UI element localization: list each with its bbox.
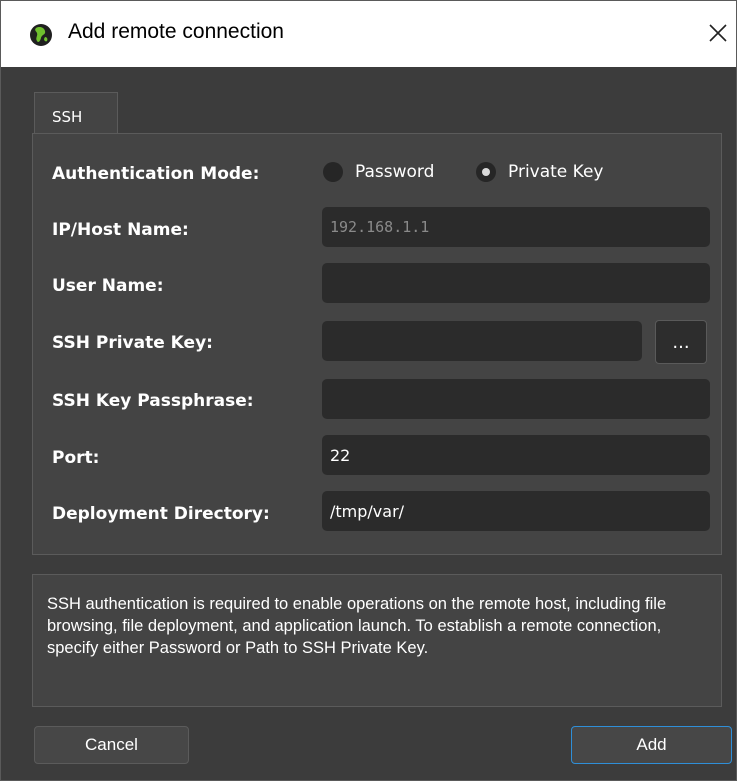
add-button[interactable]: Add <box>571 726 732 764</box>
passphrase-field[interactable] <box>322 379 710 419</box>
host-label: IP/Host Name: <box>52 220 189 240</box>
tab-ssh[interactable]: SSH <box>34 92 118 134</box>
radio-private-key-label: Private Key <box>508 162 604 182</box>
ssh-form-panel: Authentication Mode: Password Private Ke… <box>32 133 722 555</box>
close-icon[interactable] <box>701 16 735 50</box>
host-field[interactable]: 192.168.1.1 <box>322 207 710 247</box>
title-bar: Add remote connection <box>1 1 736 67</box>
port-label: Port: <box>52 448 100 468</box>
deployment-directory-label: Deployment Directory: <box>52 504 270 524</box>
host-placeholder: 192.168.1.1 <box>330 218 430 236</box>
port-field[interactable]: 22 <box>322 435 710 475</box>
browse-button[interactable]: ... <box>655 320 707 364</box>
private-key-label: SSH Private Key: <box>52 333 213 353</box>
dialog-window: Add remote connection SSH Authentication… <box>0 0 737 781</box>
radio-password-label: Password <box>355 162 435 182</box>
app-icon <box>29 23 53 47</box>
radio-private-key-indicator[interactable] <box>476 162 496 182</box>
auth-mode-label: Authentication Mode: <box>52 164 260 184</box>
passphrase-label: SSH Key Passphrase: <box>52 391 254 411</box>
radio-password[interactable]: Password <box>323 162 434 182</box>
private-key-field[interactable] <box>322 321 642 361</box>
info-text: SSH authentication is required to enable… <box>32 574 722 707</box>
user-label: User Name: <box>52 276 164 296</box>
cancel-button[interactable]: Cancel <box>34 726 189 764</box>
radio-private-key[interactable]: Private Key <box>476 162 604 182</box>
deployment-directory-field[interactable]: /tmp/var/ <box>322 491 710 531</box>
user-field[interactable] <box>322 263 710 303</box>
window-title: Add remote connection <box>68 20 284 43</box>
radio-password-indicator[interactable] <box>323 162 343 182</box>
